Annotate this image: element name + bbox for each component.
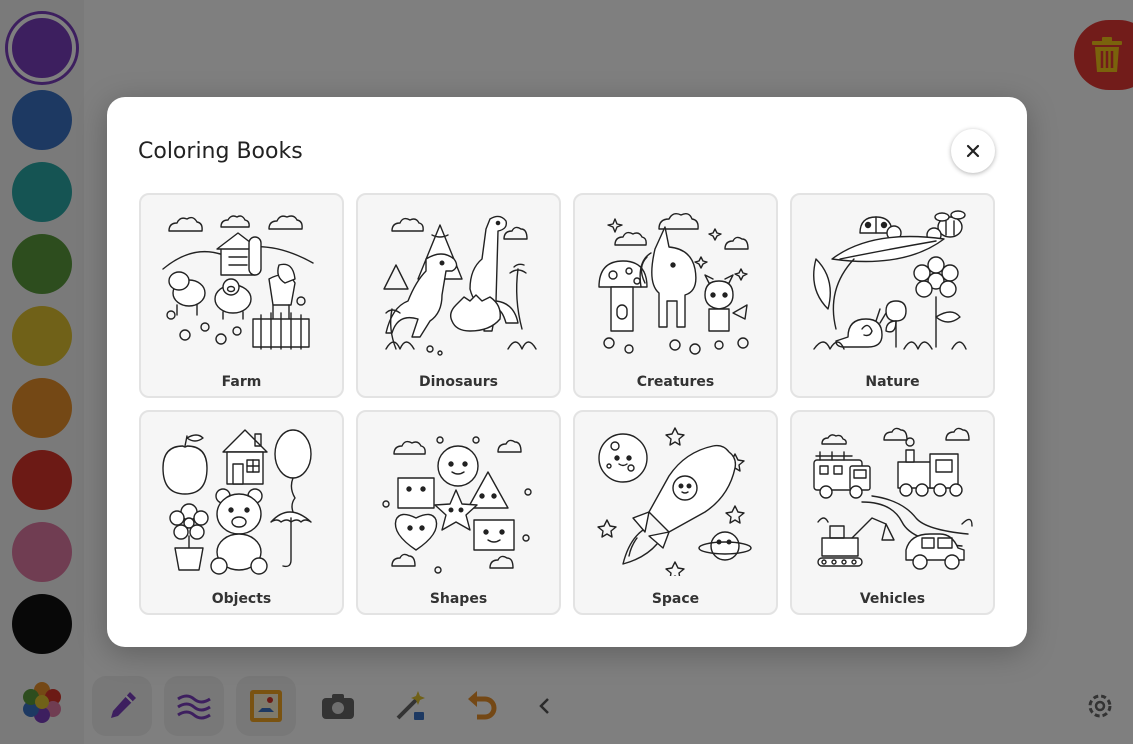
- book-card-space[interactable]: Space: [573, 410, 778, 615]
- book-label: Nature: [865, 374, 920, 390]
- dialog-title: Coloring Books: [138, 139, 303, 164]
- book-card-creatures[interactable]: Creatures: [573, 193, 778, 398]
- book-label: Vehicles: [859, 591, 926, 607]
- nature-illustration: [813, 210, 967, 350]
- close-icon: [966, 144, 980, 158]
- book-card-vehicles[interactable]: Vehicles: [790, 410, 995, 615]
- creatures-illustration: [598, 212, 749, 355]
- objects-illustration: [162, 429, 312, 575]
- book-label: Objects: [211, 591, 272, 607]
- book-card-farm[interactable]: Farm: [139, 193, 344, 398]
- dinosaurs-illustration: [383, 215, 537, 356]
- book-label: Shapes: [429, 591, 488, 607]
- vehicles-illustration: [813, 427, 973, 570]
- book-card-nature[interactable]: Nature: [790, 193, 995, 398]
- coloring-books-dialog: Coloring Books Farm Dinosaurs Creatures …: [107, 97, 1027, 647]
- book-card-objects[interactable]: Objects: [139, 410, 344, 615]
- coloring-book-grid: Farm Dinosaurs Creatures Nature Objects …: [139, 193, 995, 615]
- book-label: Space: [651, 591, 700, 607]
- book-label: Creatures: [636, 374, 715, 390]
- book-label: Dinosaurs: [419, 374, 498, 390]
- book-label: Farm: [221, 374, 262, 390]
- space-illustration: [597, 427, 752, 576]
- close-button[interactable]: [951, 129, 995, 173]
- book-card-shapes[interactable]: Shapes: [356, 410, 561, 615]
- farm-illustration: [162, 215, 314, 350]
- shapes-illustration: [382, 436, 532, 574]
- book-card-dinosaurs[interactable]: Dinosaurs: [356, 193, 561, 398]
